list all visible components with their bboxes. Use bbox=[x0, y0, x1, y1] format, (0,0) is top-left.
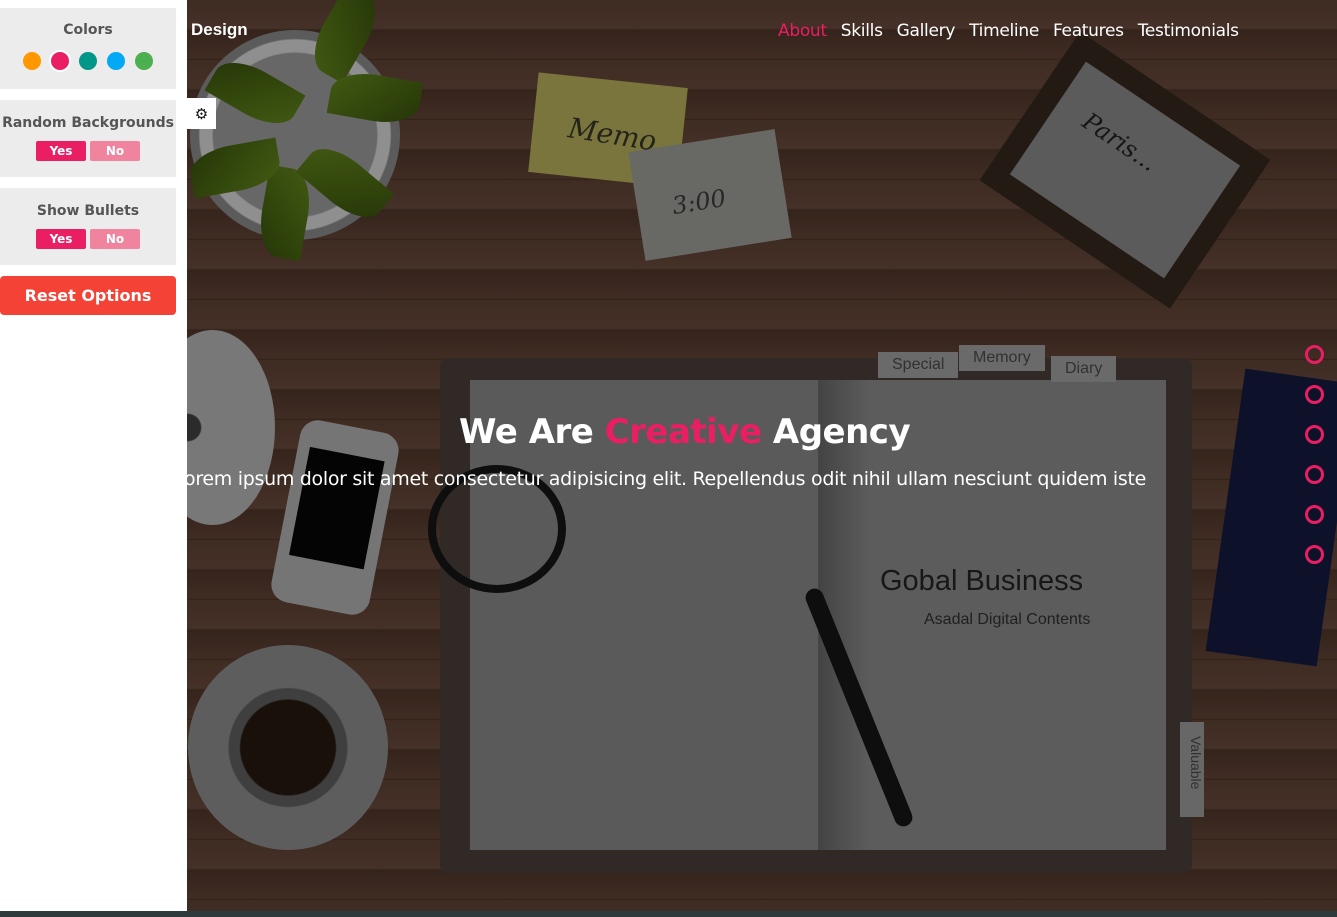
show-bullets-yes-button[interactable]: Yes bbox=[36, 229, 86, 249]
random-backgrounds-title: Random Backgrounds bbox=[2, 115, 174, 131]
color-swatch-orange[interactable] bbox=[23, 52, 41, 70]
random-backgrounds-yes-button[interactable]: Yes bbox=[36, 141, 86, 161]
main-nav: About Skills Gallery Timeline Features T… bbox=[778, 21, 1239, 41]
nav-link-about[interactable]: About bbox=[778, 21, 827, 41]
settings-panel: Colors Random Backgrounds Yes No Show Bu… bbox=[0, 0, 187, 911]
section-bullet[interactable] bbox=[1305, 465, 1324, 484]
hero-background: Special Memory Diary Memo 3:00 Paris... … bbox=[0, 0, 1337, 911]
nav-link-timeline[interactable]: Timeline bbox=[969, 21, 1039, 41]
nav-link-skills[interactable]: Skills bbox=[841, 21, 883, 41]
random-backgrounds-no-button[interactable]: No bbox=[90, 141, 140, 161]
hero-headline: We Are Creative Agency bbox=[459, 412, 911, 452]
section-bullet[interactable] bbox=[1305, 345, 1324, 364]
section-bullet[interactable] bbox=[1305, 545, 1324, 564]
section-bullet[interactable] bbox=[1305, 385, 1324, 404]
colors-title: Colors bbox=[63, 22, 113, 38]
section-bullet[interactable] bbox=[1305, 505, 1324, 524]
headline-post: Agency bbox=[772, 412, 911, 452]
reset-options-button[interactable]: Reset Options bbox=[0, 276, 176, 315]
section-bullets bbox=[1305, 345, 1324, 564]
show-bullets-toggle: Yes No bbox=[0, 229, 176, 249]
hero-overlay bbox=[0, 0, 1337, 911]
color-swatches bbox=[0, 52, 176, 70]
color-swatch-pink[interactable] bbox=[51, 52, 69, 70]
color-swatch-teal[interactable] bbox=[79, 52, 97, 70]
show-bullets-option: Show Bullets Yes No bbox=[0, 188, 176, 265]
random-backgrounds-toggle: Yes No bbox=[0, 141, 176, 161]
gear-icon[interactable]: ⚙ bbox=[187, 98, 216, 129]
section-bullet[interactable] bbox=[1305, 425, 1324, 444]
hero-lead: orem ipsum dolor sit amet consectetur ad… bbox=[184, 468, 1147, 490]
random-backgrounds-option: Random Backgrounds Yes No bbox=[0, 100, 176, 177]
headline-accent: Creative bbox=[604, 412, 762, 452]
show-bullets-no-button[interactable]: No bbox=[90, 229, 140, 249]
nav-link-gallery[interactable]: Gallery bbox=[897, 21, 956, 41]
color-swatch-blue[interactable] bbox=[107, 52, 125, 70]
bottom-strip bbox=[0, 911, 1337, 917]
color-swatch-green[interactable] bbox=[135, 52, 153, 70]
nav-link-features[interactable]: Features bbox=[1053, 21, 1124, 41]
nav-link-testimonials[interactable]: Testimonials bbox=[1138, 21, 1239, 41]
headline-pre: We Are bbox=[459, 412, 594, 452]
brand-logo[interactable]: Design bbox=[191, 20, 248, 40]
colors-option: Colors bbox=[0, 8, 176, 89]
show-bullets-title: Show Bullets bbox=[36, 203, 140, 219]
